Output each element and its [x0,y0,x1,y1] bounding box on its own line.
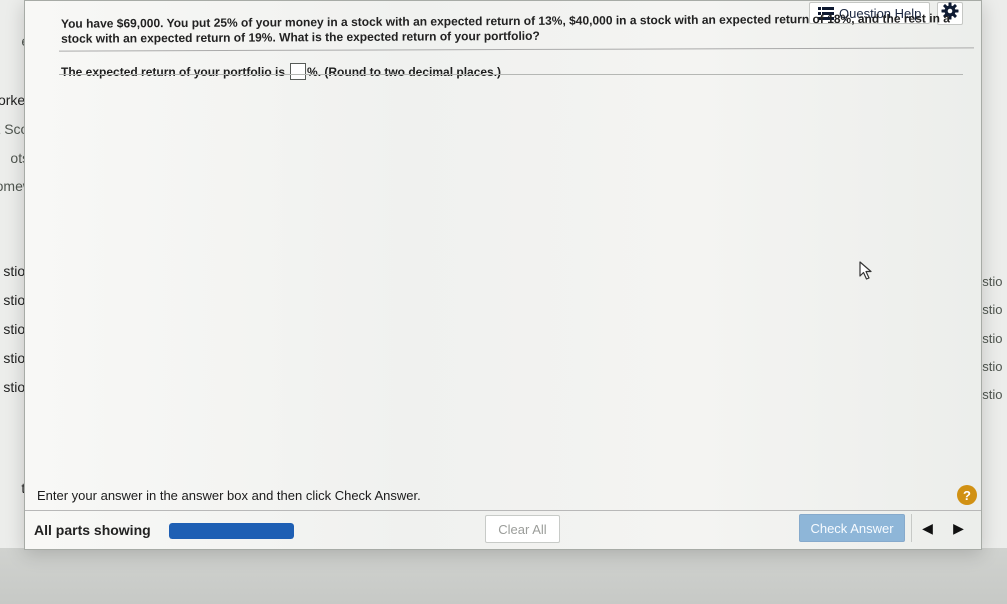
help-icon[interactable]: ? [957,485,977,505]
answer-prefix: The expected return of your portfolio is [61,64,286,79]
answer-line: The expected return of your portfolio is… [61,63,501,80]
divider [59,74,963,75]
check-answer-button[interactable]: Check Answer [799,514,905,542]
parts-progress-bar [169,523,294,539]
question-text: You have $69,000. You put 25% of your mo… [60,11,950,46]
page-background-bottom [0,548,1007,604]
clear-all-button[interactable]: Clear All [485,515,560,543]
parts-progress-fill [169,523,294,539]
answer-suffix: %. (Round to two decimal places.) [307,64,502,79]
mouse-cursor-icon [859,261,875,281]
parts-status: All parts showing [34,522,151,538]
next-question-button[interactable]: ▶ [943,514,974,542]
footer-divider [25,510,981,511]
question-dialog: Question Help You have $69,000. You put … [24,0,982,550]
instruction-text: Enter your answer in the answer box and … [37,488,421,503]
previous-question-button[interactable]: ◀ [912,514,943,542]
divider [59,47,974,52]
answer-input[interactable] [290,63,307,80]
question-navigation: ◀ ▶ [911,514,974,542]
